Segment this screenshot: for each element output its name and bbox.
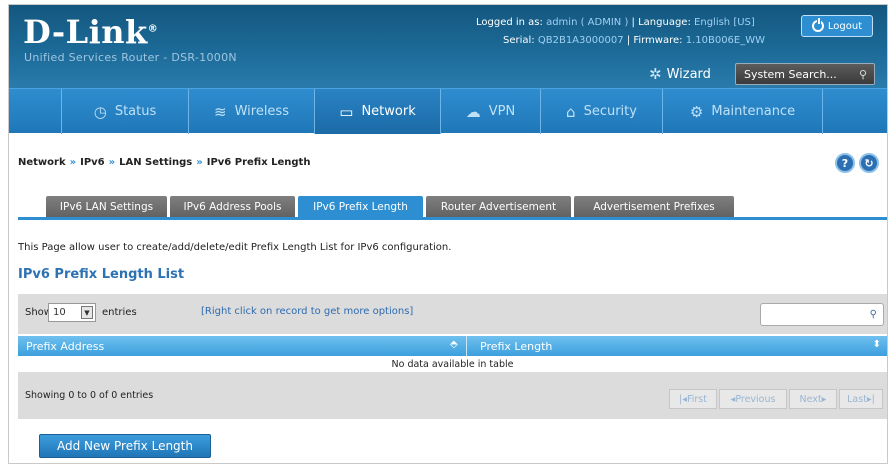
tab-ipv6-lan-settings[interactable]: IPv6 LAN Settings (46, 196, 167, 217)
sort-icon[interactable]: ⬍ (873, 339, 881, 350)
page-description: This Page allow user to create/add/delet… (18, 242, 452, 253)
pagination-first[interactable]: |◂ First (669, 389, 717, 409)
add-prefix-length-button[interactable]: Add New Prefix Length (39, 434, 211, 458)
breadcrumb-current: IPv6 Prefix Length (206, 157, 311, 168)
breadcrumb-item[interactable]: Network (18, 157, 66, 168)
nav-security[interactable]: ⌂ Security (541, 89, 663, 134)
pagination-previous[interactable]: ◂ Previous (719, 389, 787, 409)
tab-advertisement-prefixes[interactable]: Advertisement Prefixes (574, 196, 734, 217)
language-value[interactable]: English [US] (694, 17, 755, 28)
power-icon (811, 18, 824, 32)
pagination-next[interactable]: Next ▸ (789, 389, 837, 409)
wand-icon: ✲ (649, 65, 662, 83)
system-search-input[interactable]: System Search... ⚲ (735, 63, 875, 85)
sort-icon[interactable]: ⬘ (450, 339, 458, 350)
help-icon[interactable]: ? (835, 153, 855, 173)
table-header: Prefix Address ⬘ Prefix Length ⬍ (18, 336, 887, 356)
search-icon[interactable]: ⚲ (859, 68, 867, 81)
gear-icon: ⚙ (689, 102, 704, 121)
header-bar: D-Link® Unified Services Router - DSR-10… (9, 5, 887, 88)
chevron-down-icon: ▼ (81, 306, 93, 319)
tab-router-advertisement[interactable]: Router Advertisement (426, 196, 571, 217)
login-info: Logged in as: admin ( ADMIN ) | Language… (476, 17, 755, 28)
nav-wireless[interactable]: ≋ Wireless (189, 89, 315, 134)
login-user: admin ( ADMIN ) (546, 17, 629, 28)
cloud-icon: ☁ (465, 102, 481, 121)
nav-vpn[interactable]: ☁ VPN (441, 89, 541, 134)
column-prefix-address[interactable]: Prefix Address (18, 336, 467, 356)
refresh-icon[interactable]: ↻ (859, 153, 879, 173)
monitor-icon: ▭ (339, 102, 354, 121)
app-frame: D-Link® Unified Services Router - DSR-10… (8, 4, 888, 464)
logout-button[interactable]: Logout (801, 15, 873, 37)
nav-status[interactable]: ◷ Status (61, 89, 189, 134)
table-info: Showing 0 to 0 of 0 entries (25, 390, 154, 401)
section-title: IPv6 Prefix Length List (18, 267, 185, 282)
table-controls: Show 10 ▼ entries [Right click on record… (18, 294, 887, 334)
tab-ipv6-prefix-length[interactable]: IPv6 Prefix Length (298, 196, 423, 217)
serial-value: QB2B1A3000007 (537, 35, 624, 46)
dlink-logo: D-Link® (23, 13, 159, 51)
entries-select[interactable]: 10 ▼ (48, 303, 96, 322)
wizard-link[interactable]: ✲ Wizard (649, 65, 711, 83)
nav-maintenance[interactable]: ⚙ Maintenance (663, 89, 823, 134)
search-icon: ⚲ (869, 309, 877, 320)
wifi-icon: ≋ (214, 102, 227, 121)
tab-ipv6-address-pools[interactable]: IPv6 Address Pools (170, 196, 295, 217)
table-search-input[interactable]: ⚲ (760, 303, 884, 326)
device-info: Serial: QB2B1A3000007 | Firmware: 1.10B0… (503, 35, 766, 46)
context-hint: [Right click on record to get more optio… (201, 306, 414, 317)
gauge-icon: ◷ (93, 102, 107, 121)
nav-network[interactable]: ▭ Network (315, 89, 441, 134)
empty-table-row: No data available in table (18, 356, 887, 373)
breadcrumb-item[interactable]: LAN Settings (119, 157, 192, 168)
main-nav: ◷ Status ≋ Wireless ▭ Network ☁ VPN ⌂ Se… (9, 88, 887, 134)
product-name: Unified Services Router - DSR-1000N (24, 51, 237, 64)
column-prefix-length[interactable]: Prefix Length (468, 336, 887, 356)
breadcrumb: Network» IPv6» LAN Settings» IPv6 Prefix Le… (18, 157, 311, 168)
firmware-value: 1.10B006E_WW (685, 35, 766, 46)
table-footer: Showing 0 to 0 of 0 entries |◂ First ◂ P… (18, 373, 887, 419)
tab-bar: IPv6 LAN Settings IPv6 Address Pools IPv… (18, 196, 887, 220)
lock-icon: ⌂ (566, 102, 576, 121)
pagination-last[interactable]: Last ▸| (839, 389, 883, 409)
breadcrumb-item[interactable]: IPv6 (80, 157, 105, 168)
